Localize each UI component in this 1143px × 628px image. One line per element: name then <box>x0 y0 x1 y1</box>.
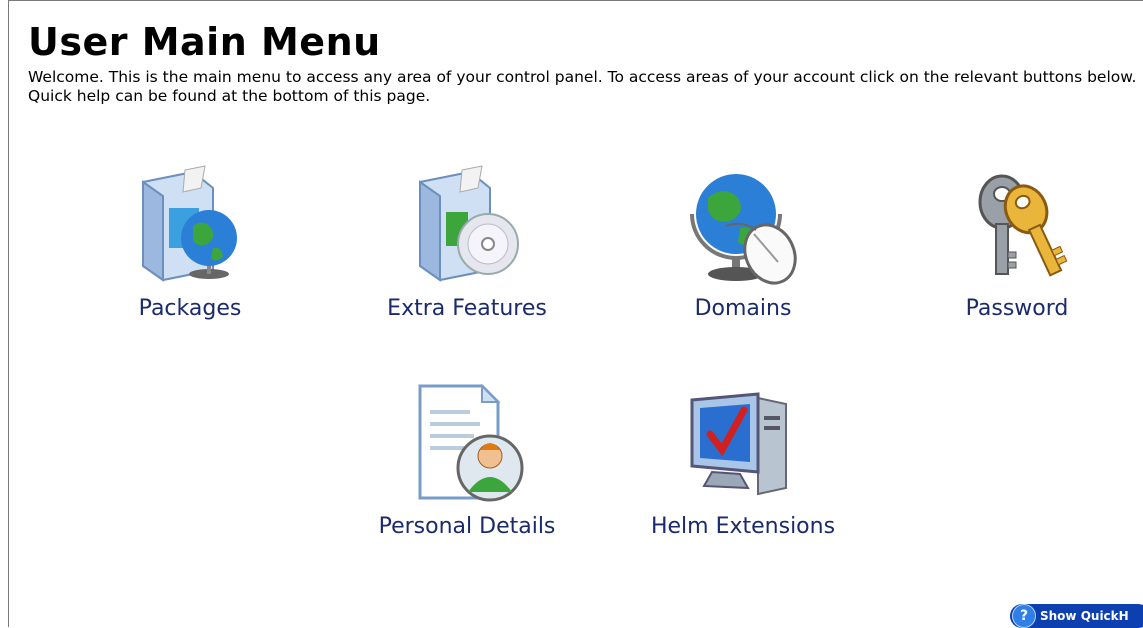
keys-icon <box>978 174 1068 277</box>
show-quickhelp-button[interactable]: ? Show QuickH <box>1010 604 1143 628</box>
menu-label-password: Password <box>965 296 1069 321</box>
page-title: User Main Menu <box>28 20 381 64</box>
user-document-icon <box>418 383 524 502</box>
globe-mouse-icon <box>690 174 797 285</box>
menu-item-extra-features[interactable]: Extra Features <box>387 162 547 321</box>
menu-label-packages: Packages <box>138 296 242 321</box>
menu-item-personal-details[interactable]: Personal Details <box>379 380 555 539</box>
menu-label-helm-extensions: Helm Extensions <box>650 514 836 539</box>
frame-top-border <box>8 0 1143 1</box>
menu-item-password[interactable]: Password <box>952 162 1082 321</box>
intro-text: Welcome. This is the main menu to access… <box>28 68 1137 105</box>
menu-item-domains[interactable]: Domains <box>678 162 808 321</box>
menu-label-domains: Domains <box>694 296 792 321</box>
frame-left-border <box>8 0 9 627</box>
software-cd-icon <box>419 165 519 282</box>
computer-check-icon <box>690 392 787 496</box>
menu-label-personal-details: Personal Details <box>378 514 556 539</box>
menu-item-helm-extensions[interactable]: Helm Extensions <box>651 380 835 539</box>
menu-label-extra-features: Extra Features <box>387 296 547 321</box>
question-icon: ? <box>1012 604 1036 628</box>
software-globe-icon <box>142 165 237 282</box>
menu-item-packages[interactable]: Packages <box>125 162 255 321</box>
show-quickhelp-label: Show QuickH <box>1040 609 1129 623</box>
